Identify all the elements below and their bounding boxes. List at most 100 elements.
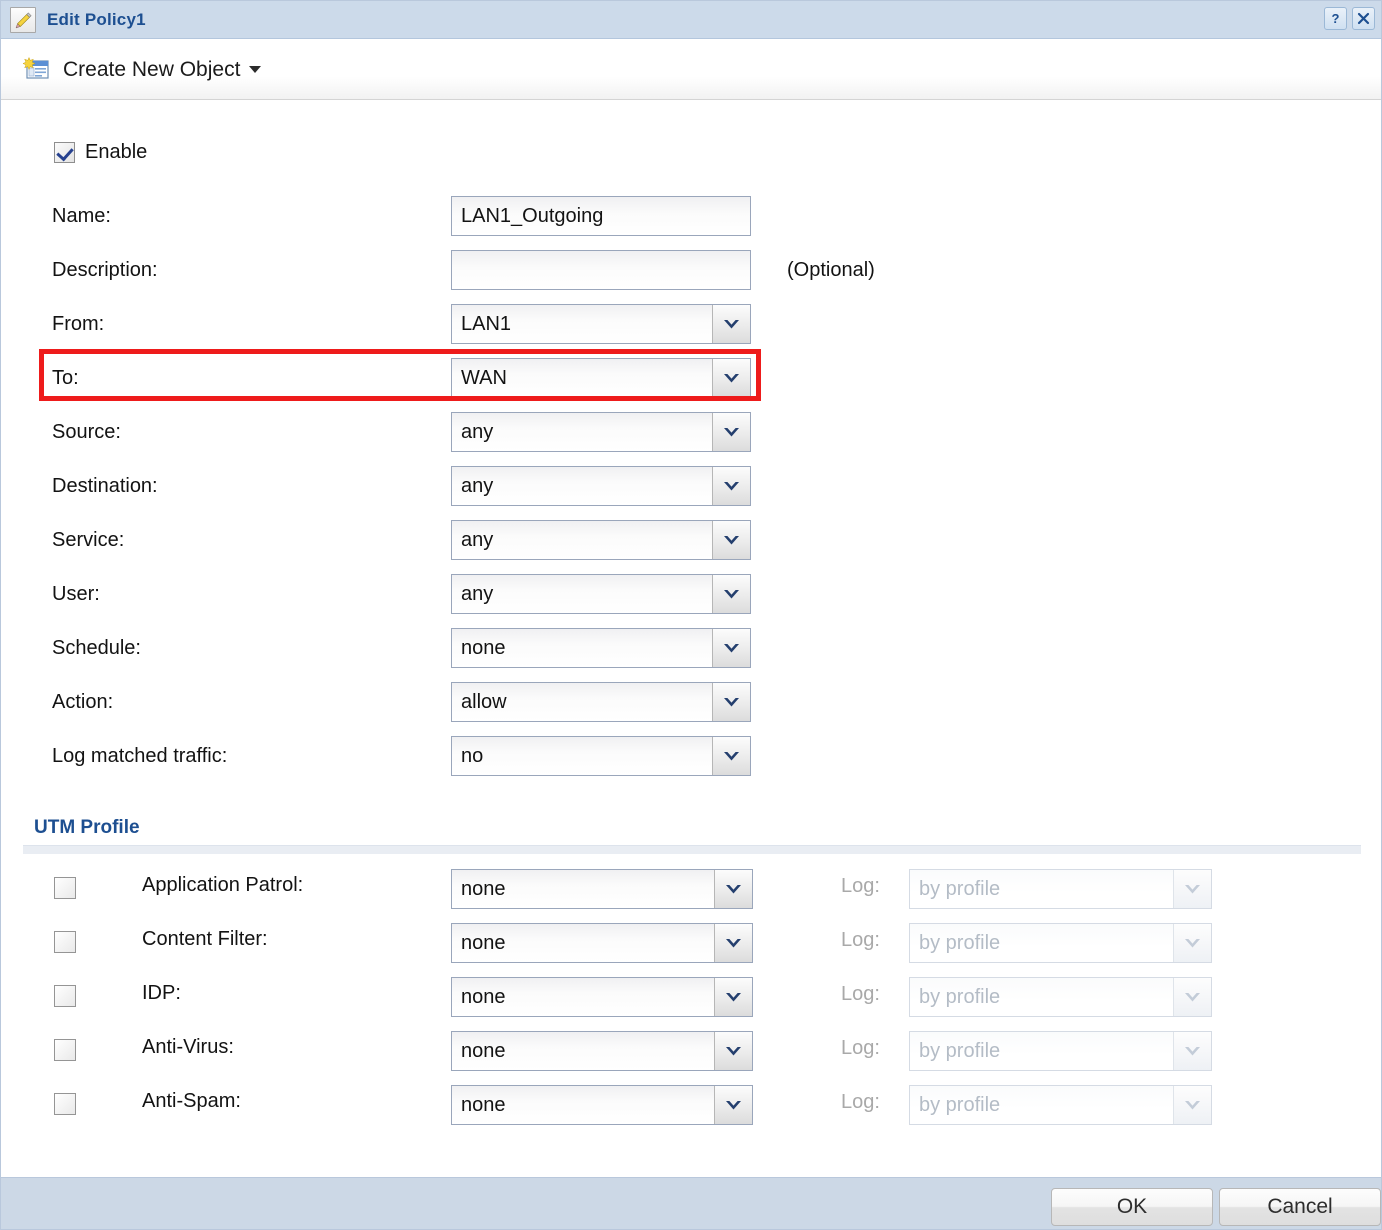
close-icon[interactable] [1352,7,1375,30]
create-new-object-label: Create New Object [63,57,241,81]
user-select[interactable]: any [451,574,751,614]
utm-section-divider [23,845,1361,854]
dialog-titlebar: Edit Policy1 ? [1,1,1381,39]
edit-policy-dialog: Edit Policy1 ? Create New Object Enable … [0,0,1382,1230]
content-filter-log-value: by profile [910,924,1173,962]
chevron-down-icon[interactable] [714,924,752,962]
utm-profile-heading: UTM Profile [34,817,140,838]
idp-profile-select[interactable]: none [451,977,753,1017]
log-matched-traffic-select-value: no [452,737,712,775]
chevron-down-icon[interactable] [712,305,750,343]
anti-spam-profile-select[interactable]: none [451,1085,753,1125]
chevron-down-icon[interactable] [712,413,750,451]
chevron-down-icon[interactable] [712,359,750,397]
field-row-destination: Destination: any [1,459,1381,513]
action-select-value: allow [452,683,712,721]
dialog-toolbar: Create New Object [1,40,1381,100]
service-select-value: any [452,521,712,559]
anti-virus-log-label: Log: [841,1037,880,1059]
chevron-down-icon[interactable] [712,575,750,613]
create-new-object-button[interactable]: Create New Object [17,54,267,86]
application-patrol-checkbox[interactable] [54,877,76,899]
help-icon[interactable]: ? [1324,7,1347,30]
action-label: Action: [52,690,114,713]
chevron-down-icon[interactable] [712,737,750,775]
dialog-title: Edit Policy1 [47,9,146,29]
application-patrol-log-value: by profile [910,870,1173,908]
enable-checkbox[interactable] [54,141,75,163]
enable-row: Enable [1,135,1381,169]
to-select[interactable]: WAN [451,358,751,398]
schedule-select-value: none [452,629,712,667]
service-select[interactable]: any [451,520,751,560]
application-patrol-profile-value: none [452,870,714,908]
from-select[interactable]: LAN1 [451,304,751,344]
description-input[interactable] [451,250,751,290]
content-filter-profile-value: none [452,924,714,962]
utm-row-anti-virus: Anti-Virus: none Log: by profile [1,1029,1381,1083]
chevron-down-icon[interactable] [712,683,750,721]
anti-spam-profile-value: none [452,1086,714,1124]
chevron-down-icon [1173,870,1211,908]
application-patrol-log-label: Log: [841,875,880,897]
application-patrol-profile-select[interactable]: none [451,869,753,909]
chevron-down-icon[interactable] [714,978,752,1016]
titlebar-buttons: ? [1324,7,1375,30]
name-input[interactable] [451,196,751,236]
chevron-down-icon [1173,924,1211,962]
ok-button[interactable]: OK [1051,1188,1213,1226]
anti-virus-label: Anti-Virus: [142,1036,234,1058]
anti-spam-checkbox[interactable] [54,1093,76,1115]
user-label: User: [52,582,100,605]
chevron-down-icon[interactable] [714,870,752,908]
destination-select-value: any [452,467,712,505]
anti-virus-profile-value: none [452,1032,714,1070]
field-row-from: From: LAN1 [1,297,1381,351]
chevron-down-icon[interactable] [714,1032,752,1070]
chevron-down-icon[interactable] [712,629,750,667]
content-filter-profile-select[interactable]: none [451,923,753,963]
anti-virus-checkbox[interactable] [54,1039,76,1061]
source-select-value: any [452,413,712,451]
name-label: Name: [52,204,111,227]
destination-label: Destination: [52,474,158,497]
chevron-down-icon [1173,978,1211,1016]
idp-label: IDP: [142,982,181,1004]
schedule-label: Schedule: [52,636,141,659]
idp-checkbox[interactable] [54,985,76,1007]
anti-virus-profile-select[interactable]: none [451,1031,753,1071]
optional-hint: (Optional) [787,258,875,281]
anti-spam-log-select: by profile [909,1085,1212,1125]
content-filter-label: Content Filter: [142,928,268,950]
source-label: Source: [52,420,121,443]
chevron-down-icon[interactable] [714,1086,752,1124]
dialog-body: Enable Name: Description: (Optional) Fro… [1,101,1381,1176]
chevron-down-icon[interactable] [712,521,750,559]
to-select-value: WAN [452,359,712,397]
field-row-schedule: Schedule: none [1,621,1381,675]
field-row-to: To: WAN [1,351,1381,405]
schedule-select[interactable]: none [451,628,751,668]
chevron-down-icon[interactable] [712,467,750,505]
description-label: Description: [52,258,158,281]
application-patrol-log-select: by profile [909,869,1212,909]
source-select[interactable]: any [451,412,751,452]
cancel-button[interactable]: Cancel [1219,1188,1381,1226]
idp-log-value: by profile [910,978,1173,1016]
field-row-user: User: any [1,567,1381,621]
field-row-source: Source: any [1,405,1381,459]
utm-row-content-filter: Content Filter: none Log: by profile [1,921,1381,975]
idp-log-select: by profile [909,977,1212,1017]
content-filter-checkbox[interactable] [54,931,76,953]
field-row-log-matched-traffic: Log matched traffic: no [1,729,1381,783]
utm-row-idp: IDP: none Log: by profile [1,975,1381,1029]
to-label: To: [52,366,79,389]
from-select-value: LAN1 [452,305,712,343]
action-select[interactable]: allow [451,682,751,722]
content-filter-log-select: by profile [909,923,1212,963]
anti-virus-log-value: by profile [910,1032,1173,1070]
utm-row-application-patrol: Application Patrol: none Log: by profile [1,867,1381,921]
log-matched-traffic-select[interactable]: no [451,736,751,776]
svg-text:?: ? [1332,11,1340,26]
destination-select[interactable]: any [451,466,751,506]
